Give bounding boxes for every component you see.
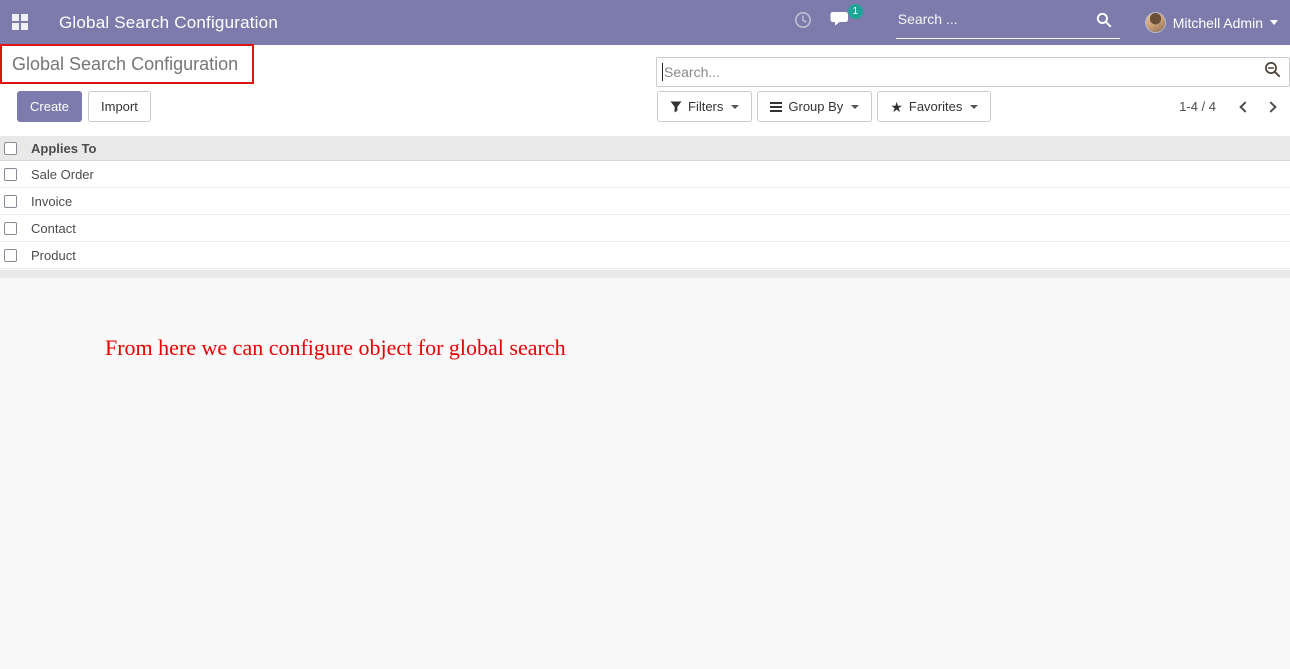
user-menu[interactable]: Mitchell Admin — [1146, 13, 1278, 32]
messages-count-badge: 1 — [848, 4, 863, 19]
magnifier-minus-icon[interactable] — [1264, 61, 1281, 83]
app-title: Global Search Configuration — [59, 13, 278, 33]
bars-icon — [770, 102, 782, 112]
pager-next-button[interactable] — [1258, 91, 1284, 122]
navbar-search — [896, 7, 1120, 39]
favorites-label: Favorites — [909, 99, 962, 114]
row-checkbox[interactable] — [4, 195, 17, 208]
activities-button[interactable] — [794, 11, 812, 34]
apps-grid-icon — [21, 23, 28, 30]
favorites-button[interactable]: ★ Favorites — [877, 91, 991, 122]
caret-down-icon — [970, 105, 978, 109]
row-checkbox[interactable] — [4, 168, 17, 181]
top-navbar: Global Search Configuration 1 — [0, 0, 1290, 45]
search-options: Filters Group By ★ Favorites — [657, 91, 991, 122]
user-avatar — [1146, 13, 1165, 32]
list-row[interactable]: Sale Order — [0, 161, 1290, 188]
group-by-label: Group By — [788, 99, 843, 114]
group-by-button[interactable]: Group By — [757, 91, 872, 122]
breadcrumb-title: Global Search Configuration — [12, 54, 238, 75]
row-checkbox[interactable] — [4, 249, 17, 262]
create-button[interactable]: Create — [17, 91, 82, 122]
list-row[interactable]: Product — [0, 242, 1290, 269]
row-label: Invoice — [31, 194, 72, 209]
row-checkbox[interactable] — [4, 222, 17, 235]
caret-down-icon — [851, 105, 859, 109]
systray: 1 Mitchell Admin — [794, 7, 1278, 39]
row-label: Product — [31, 248, 76, 263]
apps-grid-icon — [12, 14, 19, 21]
page: Global Search Configuration 1 — [0, 0, 1290, 669]
filters-label: Filters — [688, 99, 723, 114]
select-all-checkbox[interactable] — [4, 142, 17, 155]
panel-search-input[interactable] — [663, 64, 1264, 80]
apps-grid-icon — [21, 14, 28, 21]
magnifier-icon[interactable] — [1096, 12, 1112, 28]
caret-down-icon — [731, 105, 739, 109]
control-panel: Global Search Configuration Create Impor… — [0, 45, 1290, 136]
row-label: Sale Order — [31, 167, 94, 182]
annotation-note: From here we can configure object for gl… — [105, 335, 1290, 361]
row-label: Contact — [31, 221, 76, 236]
apps-grid-icon — [12, 23, 19, 30]
panel-search — [656, 57, 1290, 87]
user-name-label: Mitchell Admin — [1173, 15, 1263, 31]
column-header-applies-to[interactable]: Applies To — [31, 141, 96, 156]
import-button[interactable]: Import — [88, 91, 151, 122]
clock-icon — [794, 11, 812, 34]
filters-button[interactable]: Filters — [657, 91, 752, 122]
star-icon: ★ — [890, 100, 903, 114]
funnel-icon — [670, 101, 682, 113]
pager-range[interactable]: 1-4 / 4 — [1179, 99, 1216, 114]
list-header-row: Applies To — [0, 136, 1290, 161]
messages-button[interactable]: 1 — [830, 11, 852, 34]
chevron-right-icon — [1265, 101, 1276, 112]
pager: 1-4 / 4 — [1179, 91, 1284, 122]
list-footer-band — [0, 270, 1290, 278]
caret-down-icon — [1270, 20, 1278, 25]
list-row[interactable]: Invoice — [0, 188, 1290, 215]
chevron-left-icon — [1239, 101, 1250, 112]
navbar-search-input[interactable] — [896, 11, 1086, 33]
list-row[interactable]: Contact — [0, 215, 1290, 242]
pager-previous-button[interactable] — [1232, 91, 1258, 122]
content-background: From here we can configure object for gl… — [0, 278, 1290, 669]
apps-menu-button[interactable] — [12, 14, 32, 32]
control-panel-buttons: Create Import Filters Group By ★ — [0, 91, 1290, 122]
